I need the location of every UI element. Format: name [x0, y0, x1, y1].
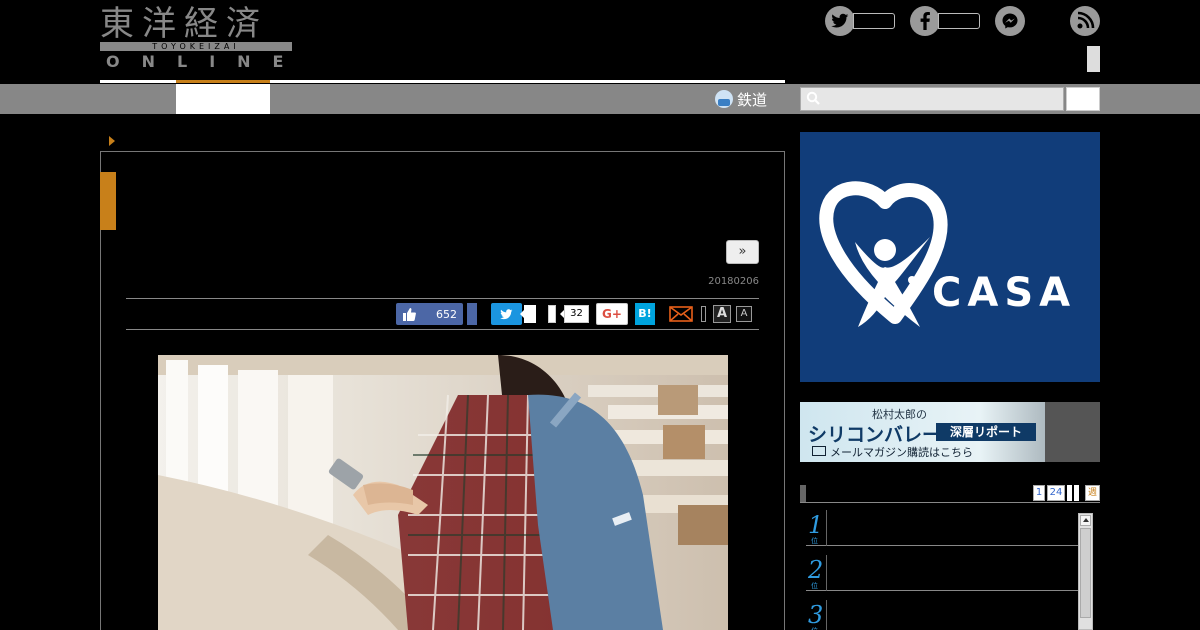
- ranking-suffix: 位: [811, 582, 818, 590]
- nav-item-railway[interactable]: 鉄道: [715, 88, 767, 110]
- logo-bar: TOYOKEIZAI: [100, 42, 292, 51]
- ranking-list: 1 位 2 位 3 位: [806, 510, 1078, 630]
- next-page-button[interactable]: »: [726, 240, 759, 264]
- facebook-follow-count: [938, 13, 980, 29]
- ranking-number: 1: [808, 511, 824, 539]
- scroll-up-icon[interactable]: [1080, 515, 1091, 526]
- facebook-like-count: 652: [436, 307, 457, 321]
- ranking-divider: [826, 555, 827, 591]
- twitter-follow-count: [853, 13, 895, 29]
- facebook-follow[interactable]: [910, 6, 980, 36]
- site-logo[interactable]: 東洋経済 TOYOKEIZAI ONLINE: [100, 6, 292, 72]
- ad-casa-label: CASA: [932, 270, 1077, 316]
- twitter-follow[interactable]: [825, 6, 895, 36]
- breadcrumb-arrow-icon: [109, 136, 115, 146]
- search-icon: [806, 91, 820, 105]
- ranking-tab-4[interactable]: [1074, 485, 1079, 501]
- banner-series: 深層リポート: [936, 423, 1036, 441]
- pocket-count: 32: [560, 305, 589, 323]
- share-rule-top: [126, 298, 759, 299]
- logo-kanji: 東洋経済: [100, 4, 268, 44]
- banner-portrait: [1045, 402, 1100, 462]
- messenger-share[interactable]: [995, 6, 1025, 36]
- banner-title: シリコンバレー: [808, 424, 942, 446]
- ranking-suffix: 位: [811, 626, 818, 630]
- font-size-large-button[interactable]: A: [713, 305, 731, 323]
- thumbs-up-icon: [403, 307, 416, 321]
- ranking-number: 2: [808, 556, 824, 584]
- scroll-thumb[interactable]: [1080, 528, 1091, 618]
- ranking-item[interactable]: 1 位: [806, 510, 1078, 546]
- facebook-icon: [910, 6, 940, 36]
- rss-icon[interactable]: [1070, 6, 1100, 36]
- share-rule-bottom: [126, 329, 759, 330]
- facebook-share-button[interactable]: [467, 303, 477, 325]
- ranking-number: 3: [808, 601, 824, 629]
- banner-cta: メールマガジン購読はこちら: [830, 446, 973, 459]
- logo-online: ONLINE: [106, 52, 306, 71]
- google-plus-button[interactable]: G+: [596, 303, 628, 325]
- header-rule-accent: [176, 80, 270, 83]
- ranking-suffix: 位: [811, 537, 818, 545]
- ranking-divider: [826, 600, 827, 630]
- ranking-tab-1h[interactable]: 1: [1033, 485, 1045, 501]
- header-side-button[interactable]: [1087, 46, 1100, 72]
- tweet-count: [520, 305, 536, 323]
- nav-item-railway-label: 鉄道: [737, 90, 768, 109]
- page: 東洋経済 TOYOKEIZAI ONLINE 鉄道 » 20180206 652…: [0, 0, 1200, 630]
- pocket-button[interactable]: [548, 305, 556, 323]
- ad-casa[interactable]: [800, 132, 1100, 382]
- twitter-icon: [825, 6, 855, 36]
- ranking-tab-3[interactable]: [1067, 485, 1072, 501]
- banner-mail-icon: [812, 446, 826, 456]
- twitter-bird-icon: [500, 308, 513, 319]
- hatena-bookmark-button[interactable]: B!: [635, 303, 655, 325]
- facebook-like-button[interactable]: 652: [396, 303, 463, 325]
- ranking-divider: [826, 510, 827, 546]
- nav-tab-active[interactable]: [176, 84, 270, 114]
- tweet-button[interactable]: [491, 303, 522, 325]
- ranking-item[interactable]: 2 位: [806, 555, 1078, 591]
- ranking-tab-24h[interactable]: 24: [1047, 485, 1065, 501]
- messenger-icon: [995, 6, 1025, 36]
- search-input[interactable]: [800, 87, 1064, 111]
- logo-roman: TOYOKEIZAI: [152, 42, 240, 51]
- article-date: 20180206: [708, 276, 759, 287]
- font-size-small-button[interactable]: A: [736, 306, 752, 322]
- ranking-tab-weekly[interactable]: 週: [1085, 485, 1100, 501]
- search-button[interactable]: [1066, 87, 1100, 111]
- print-button[interactable]: [701, 306, 706, 322]
- mail-icon[interactable]: [669, 306, 693, 322]
- article-photo: [158, 355, 728, 630]
- ranking-header-accent: [800, 485, 806, 502]
- title-accent: [100, 172, 116, 230]
- train-icon: [715, 90, 733, 108]
- ranking-item[interactable]: 3 位: [806, 600, 1078, 630]
